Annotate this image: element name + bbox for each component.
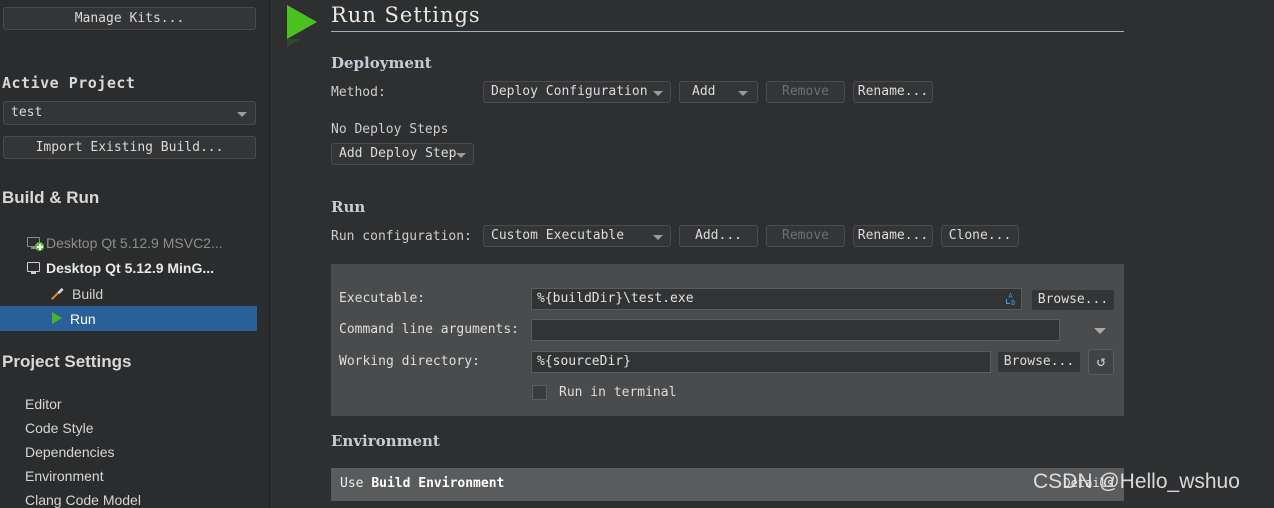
build-and-run-header: Build & Run [2,188,99,208]
chevron-down-icon[interactable] [1094,328,1106,334]
run-play-icon [287,5,317,39]
run-in-terminal-label: Run in terminal [559,385,676,400]
run-rename-button[interactable]: Rename... [853,225,933,247]
environment-section-header: Environment [331,432,440,450]
no-deploy-steps-label: No Deploy Steps [331,122,448,137]
chevron-down-icon [237,112,247,117]
command-line-arguments-input[interactable] [531,319,1060,341]
run-in-terminal-checkbox[interactable] [532,385,547,400]
run-clone-button[interactable]: Clone... [941,225,1019,247]
sidebar-item-editor[interactable]: Editor [25,396,62,412]
sidebar-item-dependencies[interactable]: Dependencies [25,444,115,460]
sidebar-item-kit-msvc[interactable]: Desktop Qt 5.12.9 MSVC2... [0,230,257,255]
sidebar-item-clang-code-model[interactable]: Clang Code Model [25,492,141,508]
executable-label: Executable: [339,291,425,306]
run-play-icon-reflection [287,39,301,47]
run-configuration-value: Custom Executable [491,228,624,243]
sidebar-kit-label: Desktop Qt 5.12.9 MinG... [27,260,214,276]
deploy-remove-button[interactable]: Remove [766,81,845,103]
working-directory-label: Working directory: [339,354,480,369]
svg-text:B: B [1011,298,1015,307]
play-icon [52,312,62,324]
run-configuration-detail-panel: Executable: %{buildDir}\test.exe A B Bro… [331,264,1124,416]
sidebar-item-code-style[interactable]: Code Style [25,420,93,436]
environment-use-text: Use Build Environment [340,476,504,491]
add-deploy-step-label: Add Deploy Step [339,146,456,161]
active-project-header: Active Project [2,74,135,92]
run-configuration-select[interactable]: Custom Executable [483,225,671,247]
environment-summary-bar[interactable]: Use Build Environment Details [331,468,1124,501]
deploy-method-label: Method: [331,85,386,100]
run-remove-button[interactable]: Remove [766,225,845,247]
working-directory-input[interactable]: %{sourceDir} [531,351,991,373]
variable-substitution-icon[interactable]: A B [1003,291,1019,307]
deployment-section-header: Deployment [331,54,432,72]
chevron-down-icon [456,153,466,158]
chevron-down-icon [653,235,663,240]
sidebar-item-build[interactable]: Build [0,281,257,306]
deploy-add-label: Add [692,84,715,99]
environment-use-prefix: Use [340,476,371,491]
run-configuration-label: Run configuration: [331,229,472,244]
sidebar-item-run[interactable]: Run [0,306,257,331]
reset-icon[interactable]: ↺ [1088,349,1114,375]
hammer-icon [50,286,65,301]
sidebar-item-kit-mingw[interactable]: Desktop Qt 5.12.9 MinG... [0,255,257,280]
add-deploy-step-button[interactable]: Add Deploy Step [331,143,474,165]
chevron-down-icon [738,91,748,96]
projects-sidebar: Manage Kits... Active Project test Impor… [0,0,270,508]
monitor-icon [27,262,40,272]
title-divider [331,31,1124,32]
active-project-value: test [11,105,42,120]
manage-kits-button[interactable]: Manage Kits... [3,7,256,30]
run-section-header: Run [331,198,365,216]
deploy-add-button[interactable]: Add [679,81,758,103]
executable-browse-button[interactable]: Browse... [1031,289,1115,311]
chevron-down-icon [653,91,663,96]
import-existing-build-button[interactable]: Import Existing Build... [3,136,256,159]
environment-details-button[interactable]: Details [1063,476,1114,490]
page-title: Run Settings [331,3,481,27]
deploy-method-select[interactable]: Deploy Configuration [483,81,671,103]
command-line-arguments-label: Command line arguments: [339,322,519,337]
environment-use-value: Build Environment [371,476,504,491]
monitor-add-icon [27,237,40,247]
deploy-rename-button[interactable]: Rename... [853,81,933,103]
executable-input[interactable]: %{buildDir}\test.exe [531,288,1022,310]
sidebar-kit-label: Desktop Qt 5.12.9 MSVC2... [27,235,223,251]
plus-badge-icon [35,242,44,251]
run-settings-panel: Run Settings Deployment Method: Deploy C… [270,0,1274,508]
sidebar-item-environment[interactable]: Environment [25,468,104,484]
active-project-select[interactable]: test [3,101,256,125]
deploy-method-value: Deploy Configuration [491,84,648,99]
qt-creator-projects-mode: Manage Kits... Active Project test Impor… [0,0,1274,508]
project-settings-header: Project Settings [2,352,131,372]
working-directory-browse-button[interactable]: Browse... [997,351,1081,373]
run-add-button[interactable]: Add... [679,225,758,247]
